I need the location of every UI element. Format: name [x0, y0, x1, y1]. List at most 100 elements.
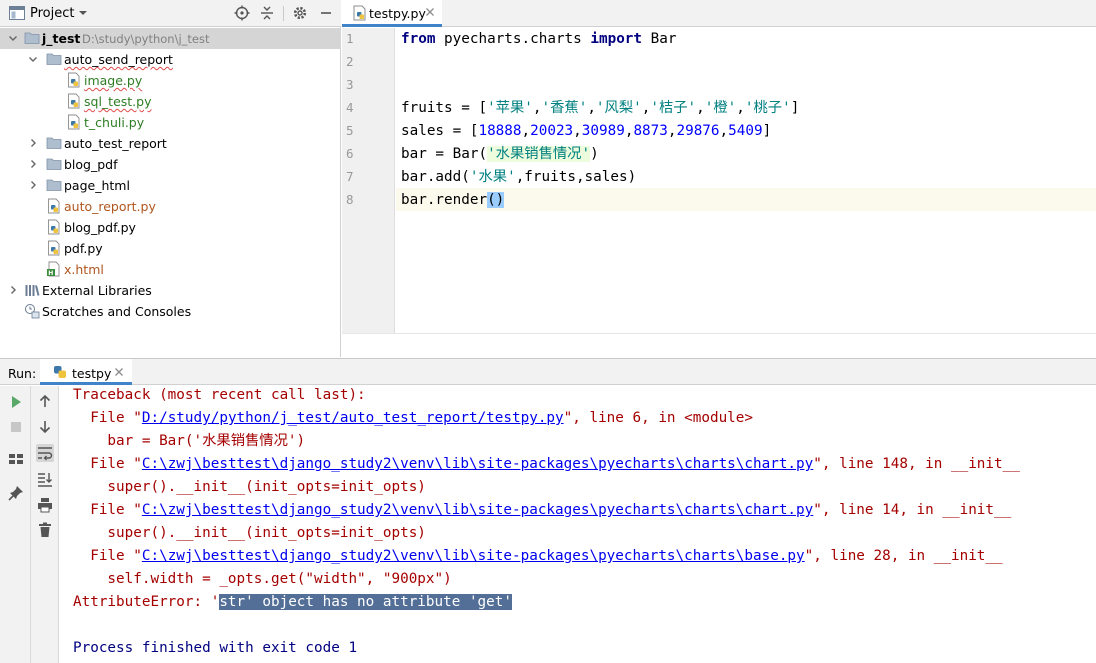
- svg-text:H: H: [48, 270, 53, 277]
- tree-item[interactable]: blog_pdf: [0, 154, 341, 175]
- console-text: ", line 28, in __init__: [804, 548, 1003, 564]
- stop-icon[interactable]: [7, 418, 25, 436]
- project-panel-header: Project: [0, 0, 341, 27]
- console-line: AttributeError: 'str' object has no attr…: [73, 591, 512, 614]
- tree-item[interactable]: page_html: [0, 175, 341, 196]
- tree-item-label: auto_report.py: [64, 199, 156, 214]
- code-token: import: [590, 31, 643, 47]
- tree-item-label: sql_test.py: [84, 94, 152, 109]
- console-text: File ": [73, 456, 142, 472]
- run-toolbar-primary: [0, 386, 31, 663]
- trash-icon[interactable]: [36, 521, 54, 539]
- traceback-file-link[interactable]: D:/study/python/j_test/auto_test_report/…: [142, 410, 564, 426]
- code-token: '橙': [704, 100, 737, 116]
- code-token: '桔子': [650, 100, 697, 116]
- tab-testpy[interactable]: testpy.py: [342, 0, 442, 27]
- code-token: 20023: [530, 123, 574, 139]
- python-file-icon: [48, 219, 60, 235]
- code-token: ,: [736, 100, 745, 116]
- folder-icon: [46, 137, 62, 149]
- tree-item[interactable]: sql_test.py: [0, 91, 341, 112]
- code-token: '桃子': [744, 100, 791, 116]
- tree-item[interactable]: t_chuli.py: [0, 112, 341, 133]
- gear-icon[interactable]: [292, 5, 308, 21]
- console-text: Process finished with exit code 1: [73, 640, 358, 656]
- code-token: '苹果': [487, 100, 533, 116]
- tree-item-label: x.html: [64, 262, 104, 277]
- line-number-gutter: 1 2 3 4 5 6 7 8: [342, 28, 395, 333]
- line-number: 3: [346, 77, 354, 92]
- pin-icon[interactable]: [7, 484, 25, 502]
- traceback-file-link[interactable]: C:\zwj\besttest\django_study2\venv\lib\s…: [142, 502, 813, 518]
- chevron-down-icon[interactable]: [28, 54, 38, 64]
- folder-icon: [24, 32, 40, 44]
- tree-item-label: pdf.py: [64, 241, 103, 256]
- toolbar-divider: [283, 6, 284, 21]
- console-text: File ": [73, 548, 142, 564]
- console-text: str' object has no attribute 'get': [219, 594, 512, 610]
- console-text: File ": [73, 502, 142, 518]
- code-token: bar = Bar(: [401, 146, 488, 162]
- chevron-right-icon[interactable]: [28, 159, 38, 169]
- console-text: self.width = _opts.get("width", "900px"): [73, 571, 452, 587]
- close-icon[interactable]: [114, 367, 124, 377]
- tree-item-label: Scratches and Consoles: [42, 304, 192, 319]
- tree-item[interactable]: pdf.py: [0, 238, 341, 259]
- tree-item[interactable]: auto_report.py: [0, 196, 341, 217]
- locate-file-icon[interactable]: [234, 5, 250, 21]
- line-number: 8: [346, 192, 354, 207]
- chevron-down-icon[interactable]: [8, 33, 18, 43]
- tree-item[interactable]: auto_send_report: [0, 49, 341, 70]
- python-file-icon: [48, 198, 60, 214]
- minimize-icon[interactable]: [318, 5, 334, 21]
- tree-item[interactable]: External Libraries: [0, 280, 341, 301]
- traceback-file-link[interactable]: C:\zwj\besttest\django_study2\venv\lib\s…: [142, 548, 805, 564]
- chevron-right-icon[interactable]: [28, 180, 38, 190]
- project-panel-title[interactable]: Project: [30, 6, 74, 21]
- console-line: bar = Bar('水果销售情况'): [73, 430, 305, 453]
- console-text: bar = Bar('水果销售情况'): [73, 433, 306, 449]
- code-area[interactable]: from pyecharts.charts import Bar fruits =…: [396, 28, 1096, 333]
- scroll-to-end-icon[interactable]: [36, 470, 54, 488]
- print-icon[interactable]: [36, 496, 54, 514]
- tree-item[interactable]: blog_pdf.py: [0, 217, 341, 238]
- tree-item[interactable]: auto_test_report: [0, 133, 341, 154]
- console-line: File "D:/study/python/j_test/auto_test_r…: [73, 407, 753, 430]
- code-line: bar.render(): [401, 189, 505, 212]
- code-token: '水果销售情况': [487, 146, 591, 162]
- tree-item[interactable]: image.py: [0, 70, 341, 91]
- code-token: '水果': [469, 169, 516, 185]
- tree-item-label: External Libraries: [42, 283, 152, 298]
- collapse-all-icon[interactable]: [259, 5, 275, 21]
- python-file-icon: [68, 72, 80, 88]
- tree-item[interactable]: j_test D:\study\python\j_test: [0, 28, 341, 49]
- chevron-down-icon[interactable]: [78, 8, 88, 18]
- rerun-icon[interactable]: [7, 393, 25, 411]
- up-arrow-icon[interactable]: [36, 392, 54, 410]
- chevron-right-icon[interactable]: [28, 138, 38, 148]
- tree-item[interactable]: Hx.html: [0, 259, 341, 280]
- tree-item[interactable]: Scratches and Consoles: [0, 301, 341, 322]
- soft-wrap-icon[interactable]: [36, 444, 54, 462]
- scratches-icon: [25, 304, 40, 319]
- layout-icon[interactable]: [7, 450, 25, 468]
- tab-run-testpy[interactable]: testpy: [40, 359, 132, 385]
- chevron-right-icon[interactable]: [8, 285, 18, 295]
- tree-item-path: D:\study\python\j_test: [82, 32, 210, 46]
- code-token: ,: [696, 100, 705, 116]
- code-token: 29876: [676, 123, 720, 139]
- down-arrow-icon[interactable]: [36, 418, 54, 436]
- tab-label: testpy.py: [369, 6, 426, 21]
- run-console-output[interactable]: Traceback (most recent call last): File …: [60, 386, 1096, 663]
- code-token: ): [590, 146, 599, 162]
- code-token: 5409: [728, 123, 763, 139]
- traceback-file-link[interactable]: C:\zwj\besttest\django_study2\venv\lib\s…: [142, 456, 813, 472]
- console-line: Traceback (most recent call last):: [73, 384, 366, 407]
- editor-tab-bar: testpy.py: [342, 0, 1096, 27]
- code-token: 30989: [581, 123, 625, 139]
- console-text: AttributeError: ': [73, 594, 220, 610]
- line-number: 1: [346, 31, 354, 46]
- close-icon[interactable]: [425, 7, 435, 17]
- code-token: ,: [587, 100, 596, 116]
- code-token: pyecharts.charts: [435, 31, 591, 47]
